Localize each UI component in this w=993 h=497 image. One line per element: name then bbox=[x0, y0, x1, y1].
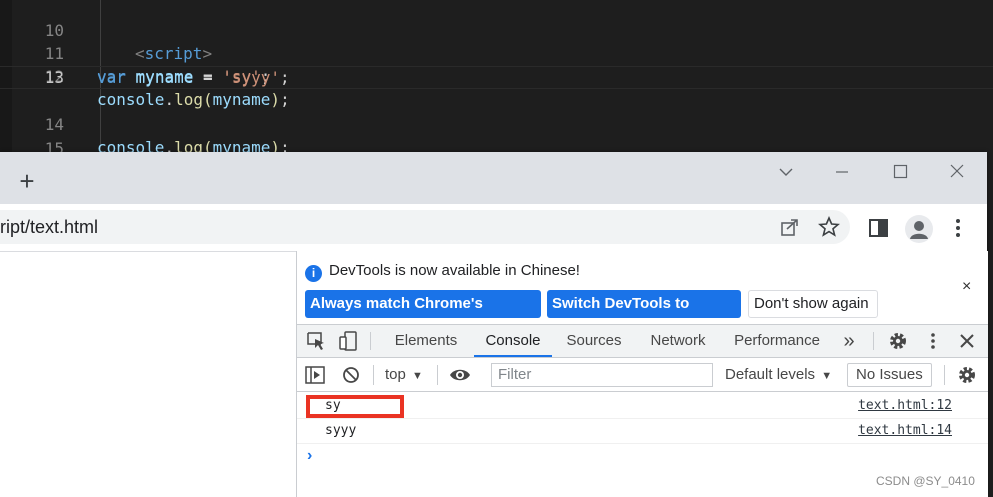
divider bbox=[437, 365, 438, 385]
sidebar-toggle-icon[interactable] bbox=[305, 366, 325, 384]
settings-gear-icon[interactable] bbox=[888, 331, 908, 351]
divider bbox=[373, 365, 374, 385]
log-levels-label: Default levels bbox=[725, 366, 816, 383]
address-bar[interactable]: ript/text.html bbox=[0, 210, 850, 244]
more-tabs-icon[interactable]: » bbox=[839, 325, 859, 357]
tab-network[interactable]: Network bbox=[643, 325, 713, 357]
infobar-text: DevTools is now available in Chinese! bbox=[329, 262, 580, 279]
console-toolbar: top ▼ Filter Default levels ▼ No Issues bbox=[297, 358, 988, 392]
watermark: CSDN @SY_0410 bbox=[876, 474, 975, 488]
live-expression-eye-icon[interactable] bbox=[449, 366, 471, 384]
switch-chinese-button[interactable]: Switch DevTools to Chinese bbox=[547, 290, 741, 340]
identifier: myname bbox=[135, 68, 194, 87]
code-line-15[interactable]: 15 </script> bbox=[0, 114, 993, 181]
devtools-menu-icon[interactable] bbox=[925, 331, 941, 351]
tab-elements[interactable]: Elements bbox=[385, 325, 467, 357]
console-filter-input[interactable]: Filter bbox=[491, 363, 713, 387]
tab-sources[interactable]: Sources bbox=[559, 325, 629, 357]
log-message: syyy bbox=[325, 423, 357, 438]
context-label: top bbox=[385, 366, 406, 383]
string-literal: 'syyy' bbox=[222, 68, 281, 87]
devtools-close-icon[interactable] bbox=[958, 331, 976, 351]
browser-window: + ript/text.html i DevTools is now avail… bbox=[0, 152, 988, 497]
semicolon: ; bbox=[280, 68, 290, 87]
log-levels-dropdown[interactable]: Default levels ▼ bbox=[725, 366, 832, 385]
inspect-element-icon[interactable] bbox=[306, 331, 328, 351]
keyword: var bbox=[97, 68, 126, 87]
chevron-down-icon[interactable] bbox=[771, 160, 801, 184]
red-highlight-box bbox=[306, 395, 404, 418]
code-line-14[interactable]: 14 console.log(myname); bbox=[0, 90, 993, 157]
tab-console[interactable]: Console bbox=[474, 325, 552, 357]
more-menu-icon[interactable] bbox=[951, 217, 973, 239]
devtools-infobar-message: i DevTools is now available in Chinese! bbox=[305, 261, 580, 282]
code-line-13[interactable]: 13 var myname = 'syyy'; bbox=[0, 66, 993, 89]
issues-button[interactable]: No Issues bbox=[847, 363, 932, 387]
dropdown-arrow-icon: ▼ bbox=[821, 370, 833, 382]
log-message: sy bbox=[325, 398, 341, 413]
browser-titlebar: + bbox=[0, 152, 987, 204]
code-editor[interactable]: 10 <script> 11 var myname = 'sy'; 12 con… bbox=[0, 0, 993, 181]
console-log-row[interactable]: syyy text.html:14 bbox=[297, 419, 988, 444]
close-icon[interactable] bbox=[942, 160, 972, 184]
minimize-icon[interactable] bbox=[827, 160, 857, 184]
dropdown-arrow-icon: ▼ bbox=[412, 370, 423, 382]
tab-performance[interactable]: Performance bbox=[729, 325, 825, 357]
log-source-link[interactable]: text.html:14 bbox=[858, 419, 952, 443]
divider bbox=[944, 365, 945, 385]
divider bbox=[873, 332, 874, 350]
maximize-icon[interactable] bbox=[885, 160, 915, 184]
line-number: 13 bbox=[44, 68, 64, 87]
browser-toolbar: ript/text.html bbox=[0, 204, 987, 252]
profile-avatar-icon[interactable] bbox=[905, 215, 933, 243]
info-icon: i bbox=[305, 265, 322, 282]
log-source-link[interactable]: text.html:12 bbox=[858, 394, 952, 418]
share-icon[interactable] bbox=[779, 216, 801, 238]
context-selector[interactable]: top ▼ bbox=[385, 366, 423, 385]
dont-show-again-button[interactable]: Don't show again bbox=[748, 290, 878, 318]
console-settings-gear-icon[interactable] bbox=[957, 365, 977, 385]
devtools-tabbar: Elements Console Sources Network Perform… bbox=[297, 324, 988, 358]
code-line-11[interactable]: 11 var myname = 'sy'; bbox=[0, 19, 993, 86]
divider bbox=[370, 332, 371, 350]
code-line-12[interactable]: 12 console.log(myname); bbox=[0, 42, 993, 109]
clear-console-icon[interactable] bbox=[342, 366, 360, 384]
bookmark-star-icon[interactable] bbox=[818, 216, 840, 238]
side-panel-icon[interactable] bbox=[868, 217, 890, 239]
console-prompt-icon[interactable]: › bbox=[307, 447, 312, 465]
infobar-close-icon[interactable]: × bbox=[962, 278, 971, 296]
device-toolbar-icon[interactable] bbox=[338, 331, 360, 351]
console-log-row[interactable]: sy text.html:12 bbox=[297, 394, 988, 419]
code-line-10[interactable]: 10 <script> bbox=[0, 0, 993, 63]
match-language-button[interactable]: Always match Chrome's language bbox=[305, 290, 541, 340]
url-text[interactable]: ript/text.html bbox=[0, 210, 98, 244]
devtools-panel: i DevTools is now available in Chinese! A… bbox=[296, 251, 988, 497]
new-tab-button[interactable]: + bbox=[16, 168, 38, 194]
operator: = bbox=[193, 68, 223, 87]
